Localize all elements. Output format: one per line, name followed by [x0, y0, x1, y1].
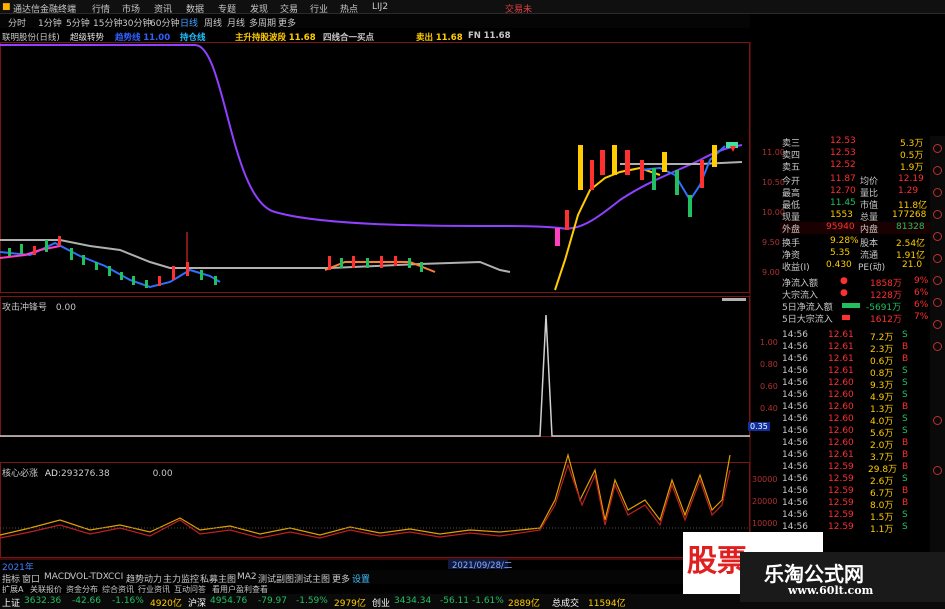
ind3-extra: 0.00: [152, 469, 173, 479]
ind2-name: 攻击冲锋号: [2, 303, 48, 313]
ind2-axis-tick: 0.60: [760, 382, 778, 391]
quote-row: 今开 11.87 均价 12.19: [782, 174, 924, 187]
quote-row: 外盘 95940 内盘 81328: [780, 222, 930, 235]
watermark-url: www.60lt.com: [788, 584, 874, 597]
index-pct: -1.61%: [472, 596, 504, 606]
tick-row: 14:56 12.59 8.0万 B: [782, 498, 909, 511]
tab-indicator[interactable]: MA2: [237, 572, 257, 582]
tick-row: 14:56 12.59 29.8万 B: [782, 462, 909, 475]
watermark-site-name: 乐淘公式网: [764, 562, 864, 586]
main-axis-tick: 9.50: [762, 238, 780, 247]
trend-curve: [0, 44, 743, 230]
side-tool-icon[interactable]: [933, 188, 942, 197]
side-tool-icon[interactable]: [933, 166, 942, 175]
side-toolstrip: [930, 136, 945, 556]
tick-row: 14:56 12.61 7.2万 S: [782, 330, 908, 343]
side-tool-icon[interactable]: [933, 210, 942, 219]
tab-indicator[interactable]: VOL-TDX: [70, 572, 109, 582]
quote-row: 卖五 12.52 1.9万: [782, 160, 924, 173]
ind3-axis-tick: 10000: [752, 519, 778, 528]
quote-row: 现量 1553 总量 177268: [782, 210, 927, 223]
ind3-ad-value: 293276.38: [61, 469, 110, 479]
tab-indicator[interactable]: MACD: [44, 572, 71, 582]
candles-right: [555, 142, 738, 246]
ind2-axis-tick: 0.80: [760, 360, 778, 369]
quote-row: 卖三 12.53 5.3万: [782, 136, 924, 149]
watermark-site: 乐淘公式网 www.60lt.com: [740, 552, 945, 602]
ind2-panel-frame: [0, 296, 750, 437]
attack-signal-line: [0, 314, 750, 437]
tick-row: 14:56 12.60 9.3万 S: [782, 378, 908, 391]
side-tool-icon[interactable]: [933, 144, 942, 153]
tick-row: 14:56 12.59 2.6万 S: [782, 474, 908, 487]
total-label: 总成交: [552, 599, 580, 609]
index-name[interactable]: 上证: [2, 596, 20, 609]
main-panel-frame: [0, 42, 750, 293]
index-change: -56.11: [440, 596, 470, 606]
side-tool-icon[interactable]: [933, 232, 942, 241]
tick-row: 14:56 12.61 0.8万 S: [782, 366, 908, 379]
sub-tabs: 扩展A 关联报价 资金分布 综合资讯 行业资讯 互动问答 看用户盈利查看: [0, 584, 690, 594]
ind2-value: 0.00: [55, 303, 76, 313]
candles-middle: [328, 256, 423, 272]
tick-row: 14:56 12.60 4.9万 S: [782, 390, 908, 403]
index-amount: 4920亿: [150, 599, 182, 609]
ma-grey-line-right: [620, 161, 743, 165]
tab-indicator[interactable]: CCI: [108, 572, 123, 582]
side-tool-icon[interactable]: [933, 466, 942, 475]
indicator-tabs: 指标 窗口 MACD VOL-TDX CCI 趋势动力 主力监控 私募主图 MA…: [0, 570, 690, 585]
tick-row: 14:56 12.60 4.0万 S: [782, 414, 908, 427]
side-tool-icon[interactable]: [933, 342, 942, 351]
quote-row: 最高 12.70 量比 1.29: [782, 186, 919, 199]
index-value: 3434.34: [394, 596, 432, 606]
index-change: -79.97: [258, 596, 288, 606]
tick-row: 14:56 12.61 3.7万 B: [782, 450, 909, 463]
index-pct: -1.59%: [296, 596, 328, 606]
ind3-axis-tick: 30000: [752, 475, 778, 484]
sell-signal-icon: [730, 146, 736, 152]
main-axis-tick: 9.00: [762, 268, 780, 277]
index-value: 3632.36: [24, 596, 62, 606]
side-tool-icon[interactable]: [933, 254, 942, 263]
quote-row: 净资 5.35 流通 1.91亿: [782, 248, 926, 261]
quote-row: 换手 9.28% 股本 2.54亿: [782, 236, 926, 249]
side-tool-icon[interactable]: [933, 276, 942, 285]
tick-row: 14:56 12.59 1.5万 S: [782, 510, 908, 523]
quote-row: 收益(I) 0.430 PE(动) 21.0: [782, 260, 923, 273]
flow-row: 净流入额 ● 1858万 9%: [782, 276, 929, 289]
side-tool-icon[interactable]: [933, 416, 942, 425]
flow-row: 大宗流入 ● 1228万 6%: [782, 288, 929, 301]
index-change: -42.66: [72, 596, 102, 606]
ind2-marker: 0.35: [748, 422, 770, 431]
flow-row: 5日净流入额 -5691万 6%: [782, 300, 929, 313]
ind3-title: 核心必涨 AD:293276.38 0.00: [2, 469, 173, 479]
tick-row: 14:56 12.60 1.3万 B: [782, 402, 909, 415]
ind3-ad-label: AD: [44, 469, 58, 479]
tick-row: 14:56 12.60 5.6万 S: [782, 426, 908, 439]
total-value: 11594亿: [588, 599, 626, 609]
index-amount: 2889亿: [508, 599, 540, 609]
side-tool-icon[interactable]: [933, 298, 942, 307]
index-value: 4954.76: [210, 596, 248, 606]
ind2-axis-tick: 0.40: [760, 404, 778, 413]
tick-row: 14:56 12.61 0.6万 B: [782, 354, 909, 367]
watermark-text: 股票: [687, 544, 747, 579]
index-name[interactable]: 创业: [372, 596, 390, 609]
index-name[interactable]: 沪深: [188, 596, 206, 609]
tick-row: 14:56 12.60 2.0万 B: [782, 438, 909, 451]
ind3-name: 核心必涨: [2, 469, 39, 479]
quote-row: 最低 11.45 市值 11.8亿: [782, 198, 928, 211]
tick-row: 14:56 12.61 2.3万 B: [782, 342, 909, 355]
index-pct: -1.16%: [112, 596, 144, 606]
ind3-axis-tick: 20000: [752, 497, 778, 506]
flow-row: 5日大宗流入 1612万 7%: [782, 312, 929, 325]
price-marker-bar: [722, 298, 746, 301]
index-amount: 2979亿: [334, 599, 366, 609]
ind2-axis-tick: 1.00: [760, 338, 778, 347]
ind2-title: 攻击冲锋号 0.00: [2, 300, 76, 313]
tick-row: 14:56 12.59 6.7万 B: [782, 486, 909, 499]
quote-row: 卖四 12.53 0.5万: [782, 148, 924, 161]
side-tool-icon[interactable]: [933, 320, 942, 329]
ma-grey-line: [0, 239, 511, 273]
